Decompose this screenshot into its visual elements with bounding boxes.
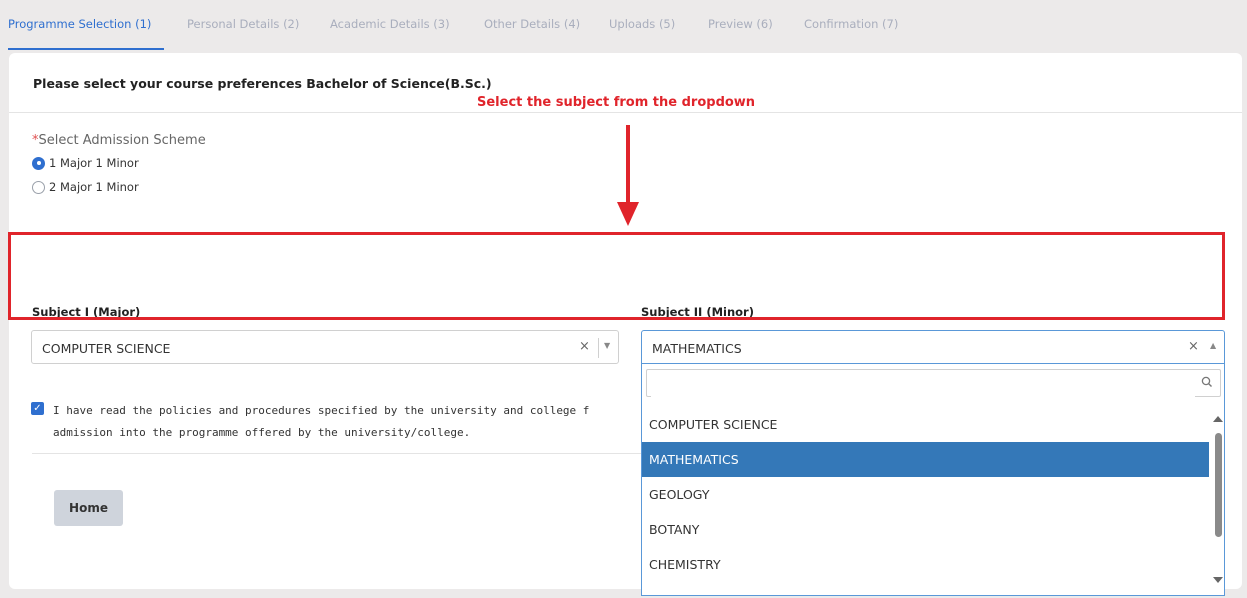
- subject-major-value: COMPUTER SCIENCE: [42, 341, 171, 356]
- dropdown-search-input[interactable]: [651, 371, 1195, 397]
- chevron-up-icon[interactable]: ▲: [1210, 341, 1216, 350]
- page-title: Please select your course preferences Ba…: [33, 76, 492, 91]
- policy-text: I have read the policies and procedures …: [53, 404, 590, 439]
- subject-minor-dropdown: COMPUTER SCIENCE MATHEMATICS GEOLOGY BOT…: [641, 364, 1225, 596]
- home-button[interactable]: Home: [54, 490, 123, 526]
- tab-preview[interactable]: Preview (6): [708, 17, 773, 31]
- admission-scheme-label: *Select Admission Scheme: [32, 133, 206, 148]
- policy-checkbox[interactable]: ✓: [31, 402, 44, 415]
- subject-minor-value: MATHEMATICS: [652, 341, 742, 356]
- dropdown-search[interactable]: [646, 369, 1221, 397]
- tab-academic-details[interactable]: Academic Details (3): [330, 17, 450, 31]
- chevron-down-icon[interactable]: ▼: [604, 341, 610, 350]
- annotation-arrow-shaft: [626, 125, 630, 202]
- scroll-down-icon[interactable]: [1213, 577, 1223, 583]
- separator: [598, 338, 599, 358]
- tab-other-details[interactable]: Other Details (4): [484, 17, 580, 31]
- annotation-highlight-box: [8, 232, 1225, 320]
- radio-option-1-major-1-minor[interactable]: 1 Major 1 Minor: [32, 156, 139, 170]
- radio-option-2-major-1-minor[interactable]: 2 Major 1 Minor: [32, 180, 139, 194]
- annotation-arrow-down-icon: [617, 202, 639, 226]
- admission-scheme-label-text: Select Admission Scheme: [38, 133, 206, 148]
- annotation-text: Select the subject from the dropdown: [477, 95, 756, 110]
- divider: [32, 453, 642, 454]
- dropdown-option[interactable]: BOTANY: [642, 512, 1209, 547]
- tab-confirmation[interactable]: Confirmation (7): [804, 17, 898, 31]
- tab-personal-details[interactable]: Personal Details (2): [187, 17, 299, 31]
- search-icon: [1201, 376, 1212, 387]
- radio-unchecked-icon[interactable]: [32, 180, 45, 194]
- clear-icon[interactable]: ×: [579, 339, 590, 354]
- radio-label: 1 Major 1 Minor: [49, 156, 139, 170]
- clear-icon[interactable]: ×: [1188, 339, 1199, 354]
- radio-checked-icon[interactable]: [32, 156, 45, 170]
- dropdown-option[interactable]: GEOLOGY: [642, 477, 1209, 512]
- dropdown-option[interactable]: COMPUTER SCIENCE: [642, 407, 1209, 442]
- active-tab-indicator: [8, 48, 164, 50]
- divider: [9, 112, 1242, 113]
- step-tabs: Programme Selection (1) Personal Details…: [0, 0, 1247, 50]
- scrollbar-thumb[interactable]: [1215, 433, 1222, 537]
- dropdown-option[interactable]: CHEMISTRY: [642, 547, 1209, 582]
- scroll-up-icon[interactable]: [1213, 416, 1223, 422]
- subject-minor-select[interactable]: MATHEMATICS × ▲: [641, 330, 1225, 364]
- tab-programme-selection[interactable]: Programme Selection (1): [8, 17, 151, 31]
- dropdown-option-selected[interactable]: MATHEMATICS: [642, 442, 1209, 477]
- tab-uploads[interactable]: Uploads (5): [609, 17, 675, 31]
- radio-label: 2 Major 1 Minor: [49, 180, 139, 194]
- subject-major-select[interactable]: COMPUTER SCIENCE × ▼: [31, 330, 619, 364]
